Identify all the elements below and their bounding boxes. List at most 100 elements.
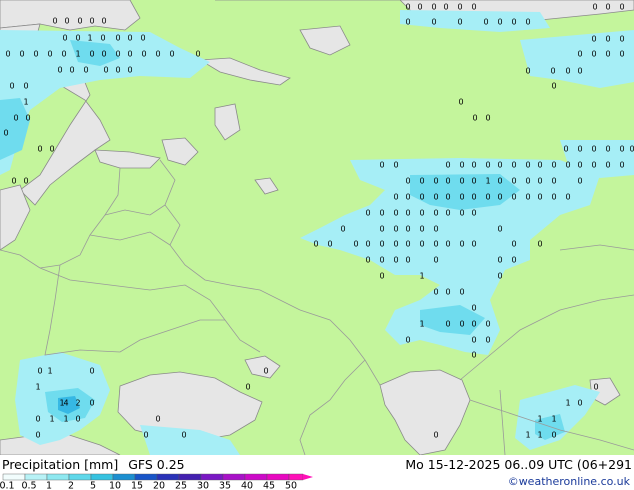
precip-value-label: 0 <box>23 177 28 186</box>
precip-value-label: 0 <box>417 3 422 12</box>
precip-value-label: 0 <box>83 66 88 75</box>
precip-value-label: 0 <box>471 209 476 218</box>
legend-swatch <box>200 473 224 481</box>
precip-value-label: 0 <box>3 129 8 138</box>
precip-value-label: 0 <box>459 288 464 297</box>
precip-value-label: 0 <box>52 17 57 26</box>
precip-value-label: 0 <box>485 193 490 202</box>
precip-value-label: 0 <box>431 18 436 27</box>
precip-value-label: 0 <box>497 161 502 170</box>
precip-value-label: 0 <box>37 367 42 376</box>
legend-tick-label: 20 <box>153 481 165 490</box>
precip-value-label: 0 <box>550 67 555 76</box>
precip-value-label: 0 <box>181 431 186 440</box>
legend-swatch <box>68 473 92 481</box>
precipitation-map: 0 0 0 0 00 0 1 0 0 0 00 0 0 0 0 1 0 0 0 0 0 0 0 00 0 0 0 0 00 010 000 0… <box>0 0 634 455</box>
precip-value-label: 0 <box>61 50 66 59</box>
precip-value-label: 0 <box>393 240 398 249</box>
legend-swatch <box>2 473 26 481</box>
precip-value-label: 0 <box>433 225 438 234</box>
precip-value-label: 0 <box>485 161 490 170</box>
legend-swatch <box>90 473 114 481</box>
precip-value-label: 0 <box>379 272 384 281</box>
precip-value-label: 0 <box>353 240 358 249</box>
legend-tick-label: 0.1 <box>0 481 15 490</box>
precip-value-label: 0 <box>393 225 398 234</box>
precip-value-label: 0 <box>525 67 530 76</box>
precip-value-label: 0 <box>433 209 438 218</box>
precip-value-label: 0 <box>577 67 582 76</box>
precip-value-label: 1 <box>23 98 28 107</box>
precip-value-label: 0 <box>565 193 570 202</box>
precip-value-label: 0 <box>459 193 464 202</box>
legend-swatch <box>222 473 246 481</box>
precip-value-label: 0 <box>64 17 69 26</box>
precip-value-label: 1 <box>565 399 570 408</box>
precip-value-label: 0 <box>25 114 30 123</box>
legend-arrow <box>303 474 313 480</box>
precip-value-label: 0 <box>379 161 384 170</box>
precip-value-label: 0 <box>143 431 148 440</box>
precip-value-label: 0 <box>459 209 464 218</box>
precip-value-label: 0 <box>379 209 384 218</box>
precip-value-label: 1 <box>75 50 80 59</box>
precip-value-label: 1 <box>47 367 52 376</box>
precip-value-label: 0 <box>445 240 450 249</box>
precip-value-label: 0 <box>577 161 582 170</box>
precip-value-label: 0 <box>431 3 436 12</box>
precip-value-label: 0 <box>69 66 74 75</box>
precip-value-label: 0 <box>511 177 516 186</box>
precip-value-label: 0 <box>525 161 530 170</box>
precip-value-label: 0 <box>551 431 556 440</box>
precip-value-label: 0 <box>140 34 145 43</box>
precip-value-label: 0 <box>33 50 38 59</box>
precip-value-label: 0 <box>419 209 424 218</box>
precip-value-label: 0 <box>405 18 410 27</box>
credit-link[interactable]: ©weatheronline.co.uk <box>508 475 630 488</box>
precip-value-label: 0 <box>35 431 40 440</box>
precip-value-label: 0 <box>619 161 624 170</box>
precip-value-label: 1 <box>485 177 490 186</box>
precip-value-label: 1 <box>87 34 92 43</box>
precip-value-label: 0 <box>195 50 200 59</box>
precip-value-label: 0 <box>629 145 634 154</box>
precip-value-label: 1 <box>525 431 530 440</box>
precip-value-label: 0 <box>57 66 62 75</box>
precip-value-label: 0 <box>405 209 410 218</box>
precip-value-label: 0 <box>445 288 450 297</box>
precip-value-label: 0 <box>591 50 596 59</box>
precip-value-label: 0 <box>115 34 120 43</box>
precip-value-label: 0 <box>379 256 384 265</box>
precip-value-label: 0 <box>405 225 410 234</box>
precip-value-label: 0 <box>551 82 556 91</box>
precip-value-label: 0 <box>405 193 410 202</box>
precip-value-label: 0 <box>445 320 450 329</box>
precip-value-label: 0 <box>313 240 318 249</box>
precip-value-label: 0 <box>35 415 40 424</box>
precip-value-label: 0 <box>459 240 464 249</box>
precip-value-label: 0 <box>471 336 476 345</box>
precip-value-label: 0 <box>459 320 464 329</box>
precip-value-label: 0 <box>471 193 476 202</box>
precip-value-label: 0 <box>89 50 94 59</box>
precip-value-label: 0 <box>49 145 54 154</box>
precip-value-label: 1 <box>551 415 556 424</box>
legend-tick-label: 1 <box>46 481 52 490</box>
precip-value-label: 0 <box>127 66 132 75</box>
precip-value-label: 0 <box>471 351 476 360</box>
precip-value-label: 0 <box>419 225 424 234</box>
precip-value-label: 0 <box>525 193 530 202</box>
legend-swatch <box>244 473 268 481</box>
precip-value-label: 0 <box>327 240 332 249</box>
precip-value-label: 0 <box>591 161 596 170</box>
precip-value-label: 0 <box>525 18 530 27</box>
precip-value-label: 0 <box>619 3 624 12</box>
precip-value-label: 0 <box>577 399 582 408</box>
precip-value-label: 0 <box>551 177 556 186</box>
precip-value-label: 0 <box>379 240 384 249</box>
precip-value-label: 0 <box>445 161 450 170</box>
precip-value-label: 0 <box>591 145 596 154</box>
precip-value-label: 0 <box>457 3 462 12</box>
precip-value-label: 0 <box>75 415 80 424</box>
precip-value-label: 0 <box>471 240 476 249</box>
